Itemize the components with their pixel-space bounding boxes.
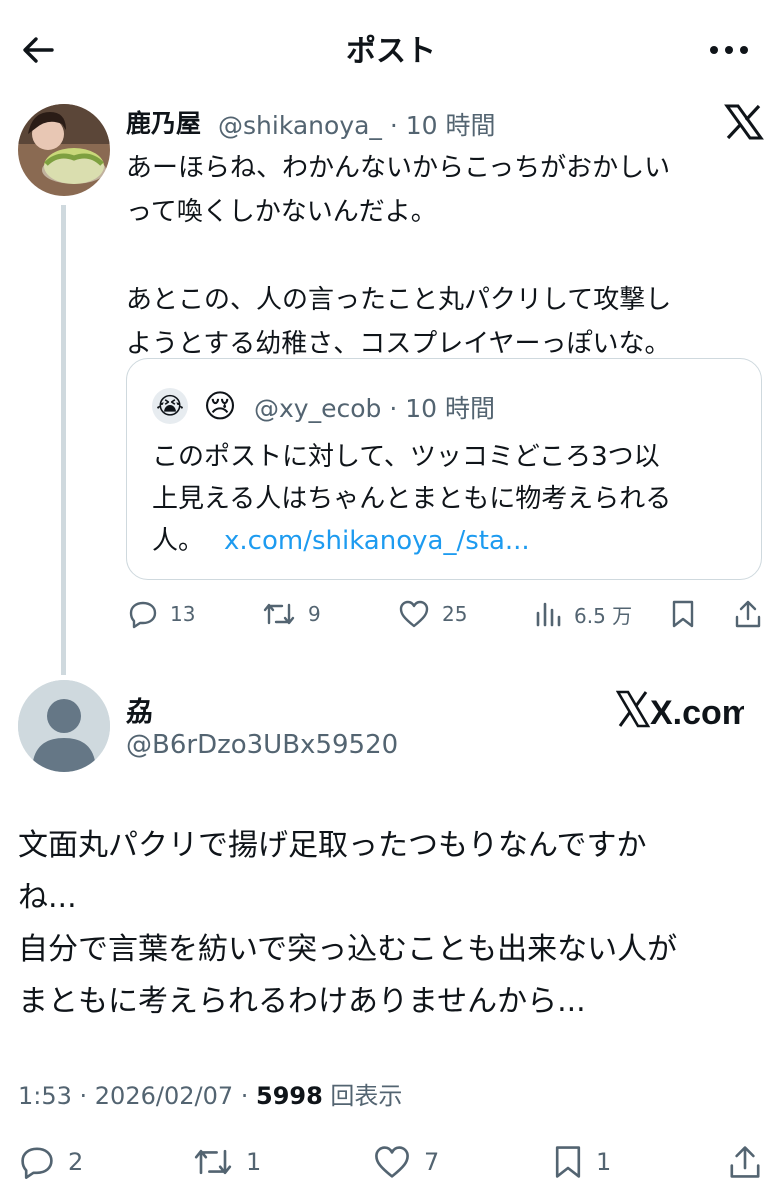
reply-button[interactable]: 2 — [18, 1142, 83, 1182]
share-button[interactable] — [734, 598, 762, 630]
like-count: 7 — [424, 1148, 440, 1176]
repost-button[interactable]: 9 — [262, 598, 321, 630]
like-icon — [399, 600, 429, 628]
more-icon — [710, 46, 748, 54]
quoted-text-line: このポストに対して、ツッコミどころ3つ以 — [152, 442, 660, 472]
share-icon — [730, 1146, 760, 1178]
repost-count: 9 — [308, 602, 321, 626]
bookmark-icon — [555, 1146, 581, 1178]
post-meta: 1:53 · 2026/02/07 · 5998 回表示 — [18, 1076, 402, 1111]
author-name[interactable]: 鹿乃屋 — [126, 104, 201, 140]
like-count: 25 — [442, 602, 468, 626]
repost-button[interactable]: 1 — [192, 1142, 261, 1182]
post-text: 文面丸パクリで揚げ足取ったつもりなんですか ね... 自分で言葉を紡いで突っ込む… — [18, 828, 678, 1019]
bookmark-button[interactable]: 1 — [552, 1142, 611, 1182]
reply-icon — [21, 1147, 53, 1179]
avatar[interactable] — [18, 680, 110, 772]
post-timestamp[interactable]: 1:53 · 2026/02/07 · — [18, 1082, 256, 1110]
quoted-text-line: 人。 — [152, 526, 205, 556]
author-handle[interactable]: @B6rDzo3UBx59520 — [126, 730, 398, 760]
views-button[interactable]: 6.5 万 — [534, 598, 632, 630]
share-icon — [735, 600, 761, 628]
author-name[interactable]: 劦 — [126, 690, 153, 729]
quoted-handle-time: @xy_ecob · 10 時間 — [254, 394, 495, 423]
x-logo-icon — [724, 104, 764, 140]
repost-icon — [194, 1149, 232, 1175]
views-count: 6.5 万 — [574, 603, 633, 628]
like-icon — [375, 1146, 409, 1178]
like-button[interactable]: 7 — [372, 1142, 439, 1182]
thread-line — [61, 205, 66, 675]
view-label: 回表示 — [322, 1082, 403, 1110]
avatar-photo-icon — [18, 104, 110, 196]
more-button[interactable] — [706, 34, 752, 64]
views-icon — [536, 602, 561, 627]
x-com-watermark: X.com — [615, 686, 752, 732]
post-text: あーほらね、わかんないからこっちがおかしい って喚くしかないんだよ。 あとこの、… — [126, 153, 672, 359]
reply-icon — [129, 601, 157, 629]
quoted-avatar: 😭 — [152, 388, 188, 424]
default-avatar-icon — [18, 680, 110, 772]
bookmark-count: 1 — [596, 1148, 612, 1176]
repost-icon — [263, 603, 295, 625]
watermark-text: X.com — [650, 694, 744, 732]
page-title: ポスト — [346, 34, 436, 69]
bookmark-icon — [672, 600, 694, 628]
repost-count: 1 — [246, 1148, 262, 1176]
reply-button[interactable]: 13 — [128, 598, 195, 630]
like-button[interactable]: 25 — [398, 598, 467, 630]
bookmark-button[interactable] — [670, 598, 696, 630]
quoted-text-line: 上見える人はちゃんとまともに物考えられる — [152, 484, 672, 514]
quoted-link[interactable]: x.com/shikanoya_/sta... — [224, 526, 530, 556]
quoted-text: このポストに対して、ツッコミどころ3つ以 上見える人はちゃんとまともに物考えられ… — [152, 436, 752, 562]
share-button[interactable] — [728, 1142, 762, 1182]
author-handle-time[interactable]: @shikanoya_ · 10 時間 — [218, 106, 496, 142]
quoted-name-emoji: 😢 — [203, 387, 237, 425]
view-count: 5998 — [256, 1082, 323, 1110]
avatar[interactable] — [18, 104, 110, 196]
reply-count: 13 — [170, 602, 196, 626]
reply-count: 2 — [68, 1148, 84, 1176]
